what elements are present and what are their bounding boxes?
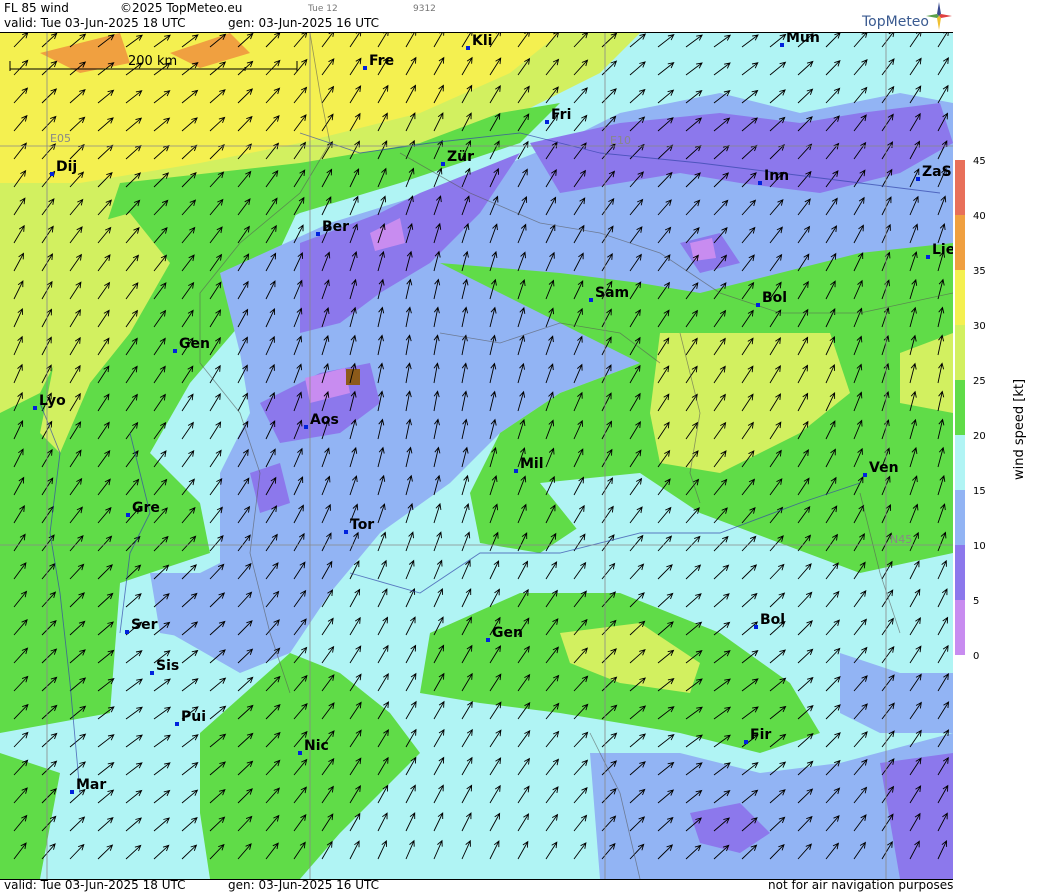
city-label: Kli <box>472 33 492 49</box>
footer-disclaimer: not for air navigation purposes <box>768 878 954 892</box>
wind-map[interactable]: E05 E10 N45 200 km Kli Mün Fre Fri Dij Zür Inn… <box>0 32 953 880</box>
city-marker <box>466 46 470 50</box>
legend-swatch <box>955 490 965 545</box>
city-label: Fir <box>750 727 771 743</box>
city-label: Zür <box>447 149 474 165</box>
city-marker <box>304 425 308 429</box>
city-marker <box>33 406 37 410</box>
city-label: Nic <box>304 738 329 754</box>
copyright: ©2025 TopMeteo.eu <box>120 1 243 15</box>
city-label: Bol <box>762 290 787 306</box>
city-marker <box>125 630 129 634</box>
city-label: Bol <box>760 612 785 628</box>
city-label: Ven <box>869 460 899 476</box>
legend-swatch <box>955 545 965 600</box>
city-label: Aos <box>310 412 339 428</box>
city-marker <box>316 232 320 236</box>
city-label: Pui <box>181 709 206 725</box>
wind-speed-legend: 45 40 35 30 25 20 15 10 5 0 <box>955 156 986 662</box>
city-label: Mün <box>786 33 820 46</box>
city-label: Mil <box>520 456 544 472</box>
valid-time: valid: Tue 03-Jun-2025 18 UTC <box>4 16 186 30</box>
grid-label-n45: N45 <box>890 533 912 546</box>
city-label: Gen <box>492 625 523 641</box>
legend-tick: 45 <box>973 156 986 167</box>
city-label: ZaS <box>922 164 952 180</box>
city-label: Ser <box>131 617 158 633</box>
footer-generated-time: gen: 03-Jun-2025 16 UTC <box>228 878 380 892</box>
city-marker <box>173 349 177 353</box>
compass-star-icon <box>926 2 952 30</box>
legend-tick: 35 <box>973 266 986 277</box>
city-label: Sam <box>595 285 629 301</box>
generated-time: gen: 03-Jun-2025 16 UTC <box>228 16 380 30</box>
city-marker <box>70 790 74 794</box>
city-label: Fre <box>369 53 394 69</box>
city-marker <box>754 625 758 629</box>
legend-tick: 40 <box>973 211 986 222</box>
legend-swatch <box>955 380 965 435</box>
city-marker <box>926 255 930 259</box>
city-marker <box>126 513 130 517</box>
city-marker <box>441 162 445 166</box>
city-label: Dij <box>56 159 77 175</box>
city-marker <box>363 66 367 70</box>
topmeteo-logo: TopMeteo <box>862 14 929 30</box>
city-marker <box>344 530 348 534</box>
city-label: Gre <box>132 500 160 516</box>
city-label: Fri <box>551 107 571 123</box>
legend-tick: 0 <box>973 651 979 662</box>
city-label: Lie <box>932 242 953 258</box>
wind-map-canvas: E05 E10 N45 200 km Kli Mün Fre Fri Dij Zür Inn… <box>0 33 953 879</box>
grid-label-e05: E05 <box>50 132 71 145</box>
city-marker <box>589 298 593 302</box>
city-label: Lyo <box>39 393 66 409</box>
legend-tick: 25 <box>973 376 986 387</box>
city-marker <box>744 740 748 744</box>
city-label: Tor <box>350 517 374 533</box>
city-marker <box>175 722 179 726</box>
legend-swatch <box>955 215 965 270</box>
legend-tick: 10 <box>973 541 986 552</box>
product-code: 9312 <box>413 4 436 14</box>
footer-valid-time: valid: Tue 03-Jun-2025 18 UTC <box>4 878 186 892</box>
legend-swatch <box>955 270 965 325</box>
city-marker <box>150 671 154 675</box>
legend-tick: 30 <box>973 321 986 332</box>
city-label: Sis <box>156 658 179 674</box>
city-marker <box>545 120 549 124</box>
legend-tick: 20 <box>973 431 986 442</box>
grid-label-e10: E10 <box>610 134 631 147</box>
city-marker <box>486 638 490 642</box>
run-day: Tue 12 <box>308 4 338 14</box>
legend-swatch <box>955 435 965 490</box>
city-marker <box>50 172 54 176</box>
city-marker <box>780 43 784 47</box>
city-label: Inn <box>764 168 789 184</box>
legend-title: wind speed [kt] <box>1012 378 1027 480</box>
city-marker <box>863 473 867 477</box>
legend-swatch <box>955 160 965 215</box>
city-label: Mar <box>76 777 106 793</box>
legend-tick: 5 <box>973 596 979 607</box>
legend-swatch <box>955 325 965 380</box>
legend-tick: 15 <box>973 486 986 497</box>
city-label: Gen <box>179 336 210 352</box>
city-marker <box>758 181 762 185</box>
legend-swatch <box>955 600 965 655</box>
city-marker <box>298 751 302 755</box>
scale-bar-label: 200 km <box>128 54 177 69</box>
city-marker <box>514 469 518 473</box>
city-label: Ber <box>322 219 349 235</box>
city-marker <box>756 303 760 307</box>
product-title: FL 85 wind <box>4 1 69 15</box>
city-marker <box>916 177 920 181</box>
